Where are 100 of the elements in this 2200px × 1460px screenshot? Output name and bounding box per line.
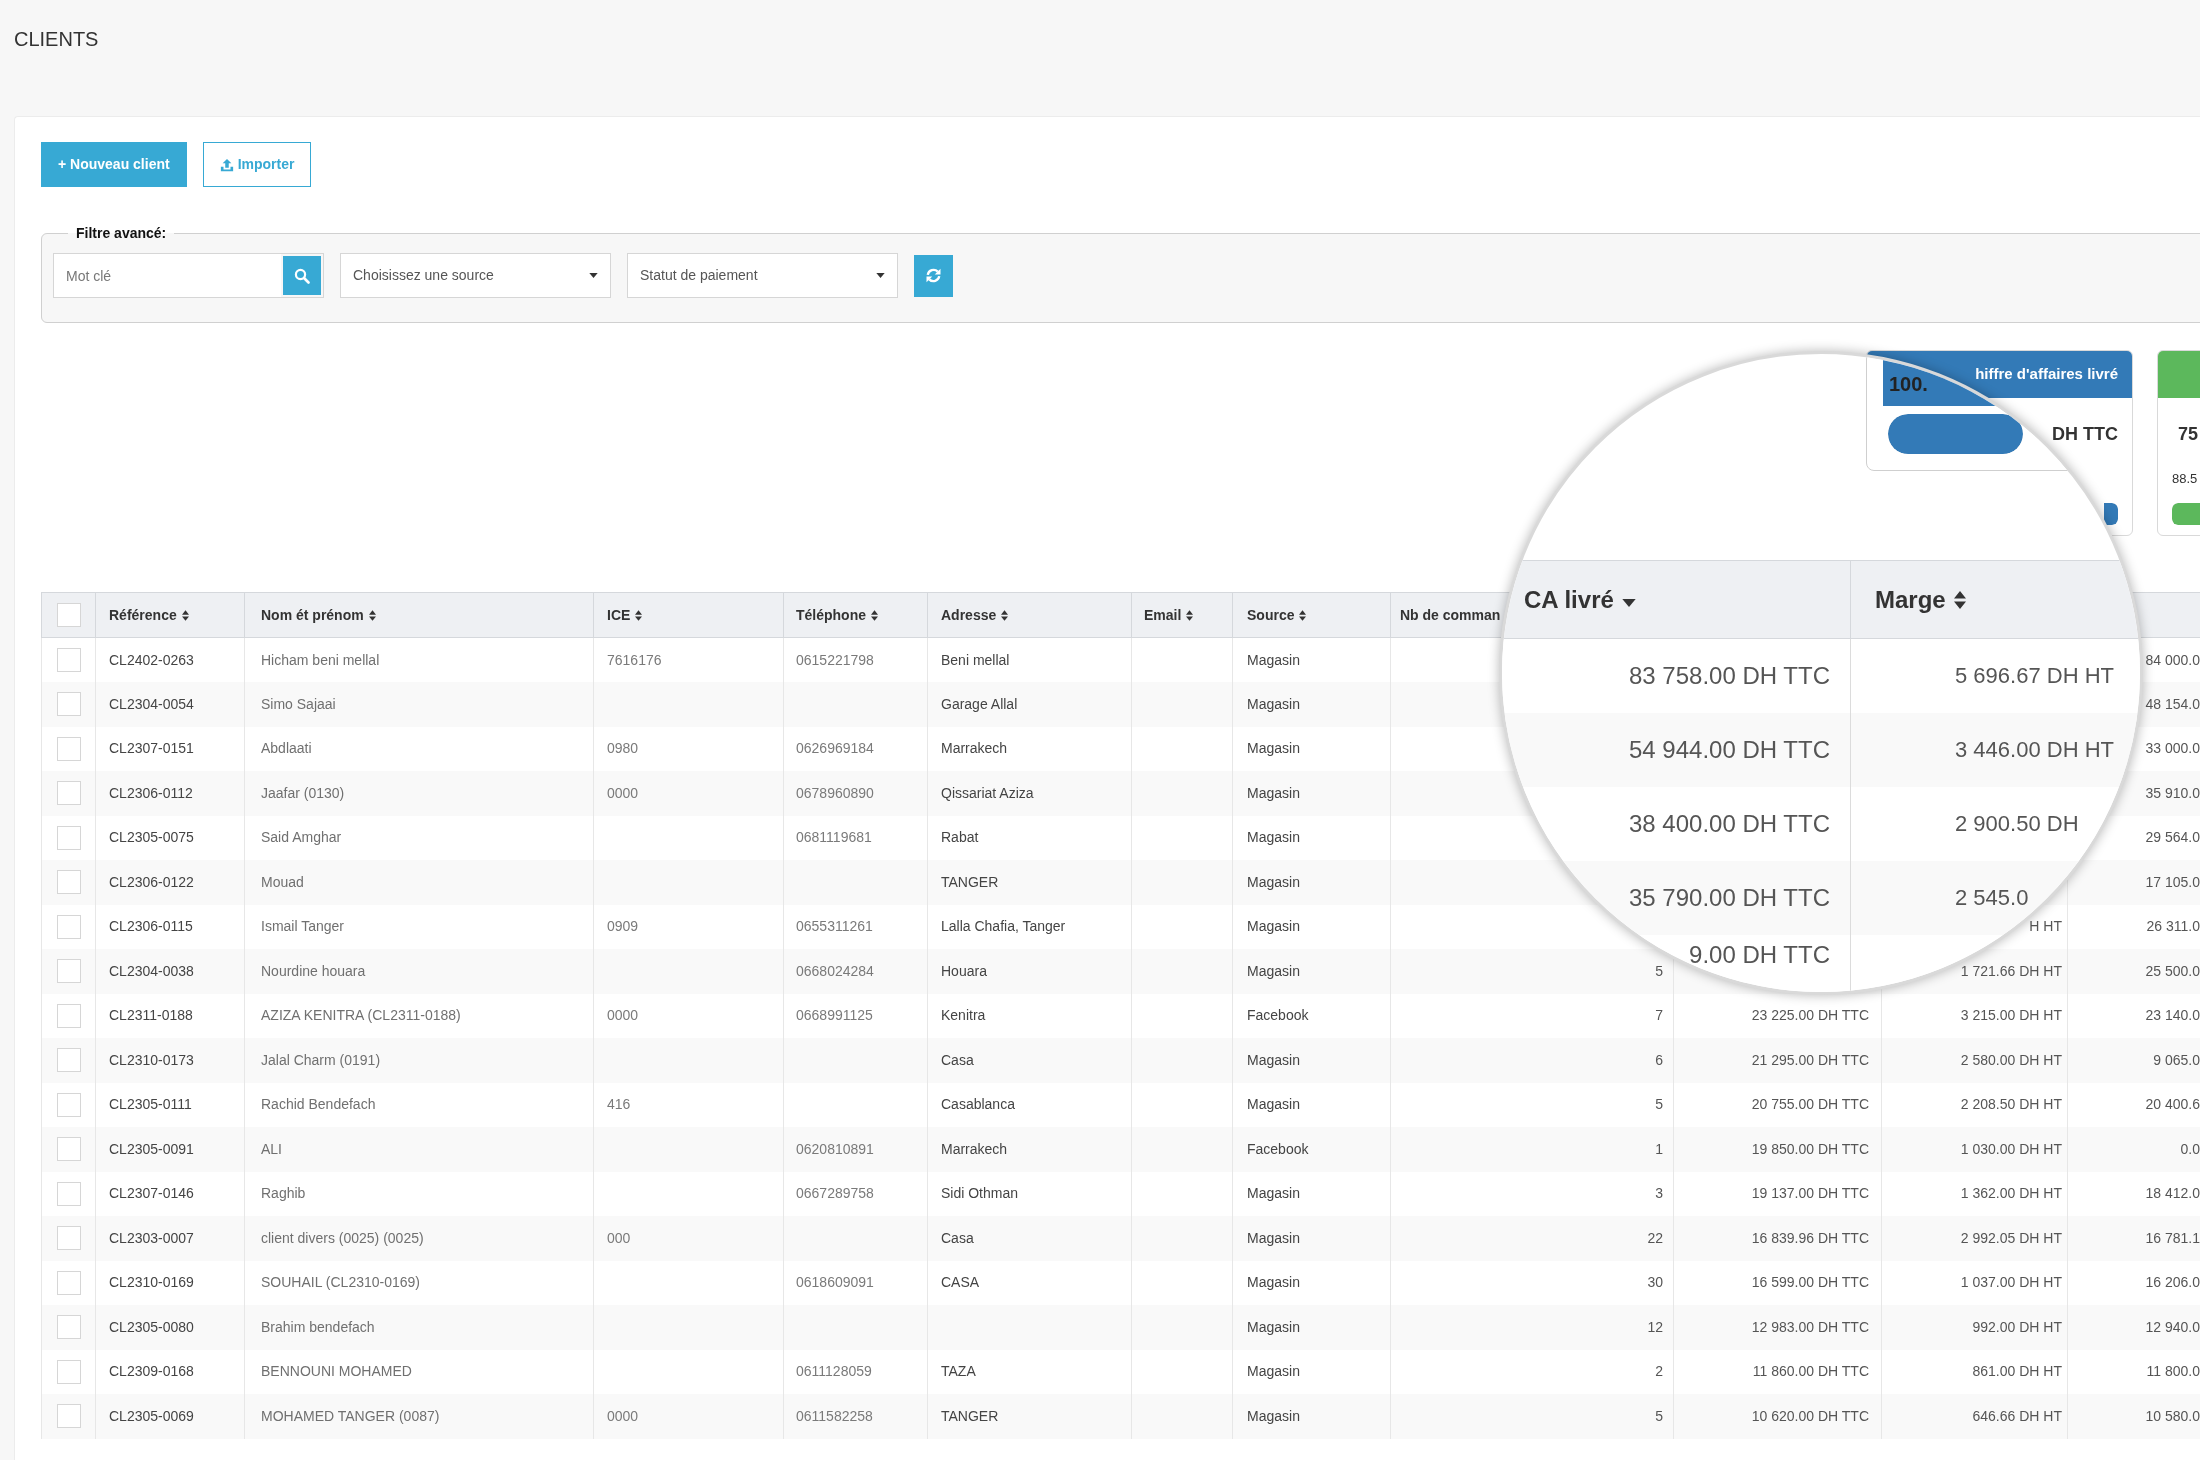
table-cell: 0000 [593, 771, 784, 816]
card-percent: 88.5 [2172, 470, 2198, 488]
table-cell: Qissariat Aziza [927, 771, 1132, 816]
table-cell: 1 [1390, 1127, 1674, 1172]
checkbox[interactable] [56, 736, 81, 761]
checkbox[interactable] [56, 1181, 81, 1206]
table-cell: CL2306-0122 [95, 860, 245, 905]
magnified-percent: 100. [1889, 372, 1928, 396]
table-cell: MOHAMED TANGER (0087) [244, 1394, 594, 1439]
table-cell: Jaafar (0130) [244, 771, 594, 816]
table-cell: 0611582258 [783, 1394, 928, 1439]
table-cell: TANGER [927, 860, 1132, 905]
checkbox[interactable] [56, 914, 81, 939]
table-cell: CL2305-0069 [95, 1394, 245, 1439]
column-header[interactable]: ICE [607, 604, 643, 626]
card-value: 75 [2178, 423, 2199, 446]
checkbox[interactable] [56, 603, 81, 627]
dropdown-select[interactable]: Choisissez une source [340, 253, 611, 298]
table-cell: 10 620.00 DH TTC [1673, 1394, 1882, 1439]
table-cell: Magasin [1232, 771, 1391, 816]
column-header[interactable]: Référence [109, 604, 189, 626]
table-cell: Marrakech [927, 1127, 1132, 1172]
table-cell: Magasin [1232, 860, 1391, 905]
table-cell: 12 [1390, 1305, 1674, 1350]
magnified-column-header[interactable]: Marge [1875, 581, 1966, 618]
checkbox[interactable] [56, 1003, 81, 1028]
magnified-cell: 35 790.00 DH TTC [1629, 886, 1830, 910]
checkbox[interactable] [56, 1315, 81, 1340]
table-cell: Nourdine houara [244, 949, 594, 994]
table-cell: Jalal Charm (0191) [244, 1038, 594, 1083]
table-cell: CL2304-0054 [95, 682, 245, 727]
column-header[interactable]: Source [1247, 604, 1307, 626]
checkbox[interactable] [56, 692, 81, 717]
table-cell: 646.66 DH HT [1881, 1394, 2068, 1439]
table-cell: Magasin [1232, 1305, 1391, 1350]
checkbox[interactable] [56, 959, 81, 984]
card-value: DH TTC [2052, 423, 2118, 446]
checkbox[interactable] [56, 1270, 81, 1295]
table-cell: Magasin [1232, 682, 1391, 727]
magnified-cell: 9.00 DH TTC [1689, 943, 1830, 967]
filter-legend: Filtre avancé: [68, 226, 175, 241]
table-cell: Facebook [1232, 1127, 1391, 1172]
table-cell: 2 580.00 DH HT [1881, 1038, 2068, 1083]
table-cell: CL2304-0038 [95, 949, 245, 994]
table-cell: 0.0 [2067, 1127, 2200, 1172]
table-cell: 12 983.00 DH TTC [1673, 1305, 1882, 1350]
page-title: CLIENTS [14, 28, 99, 50]
magnified-cell: 54 944.00 DH TTC [1629, 738, 1830, 762]
table-cell: 992.00 DH HT [1881, 1305, 2068, 1350]
table-cell: 5 [1390, 1394, 1674, 1439]
checkbox[interactable] [56, 1137, 81, 1162]
table-cell: Magasin [1232, 949, 1391, 994]
checkbox[interactable] [56, 781, 81, 806]
dropdown-select[interactable]: Statut de paiement [627, 253, 898, 298]
caret-down-icon [876, 273, 885, 278]
table-cell: 10 580.0 [2067, 1394, 2200, 1439]
card-title: hiffre d'affaires livré [1975, 364, 2118, 385]
checkbox[interactable] [56, 870, 81, 895]
table-cell: Houara [927, 949, 1132, 994]
upload-icon [219, 157, 234, 172]
table-cell: CL2310-0173 [95, 1038, 245, 1083]
refresh-button[interactable] [914, 254, 953, 297]
checkbox[interactable] [56, 648, 81, 672]
table-cell: 16 839.96 DH TTC [1673, 1216, 1882, 1261]
table-cell: Garage Allal [927, 682, 1132, 727]
table-cell: 2 992.05 DH HT [1881, 1216, 2068, 1261]
table-cell: client divers (0025) (0025) [244, 1216, 594, 1261]
table-cell: 25 500.0 [2067, 949, 2200, 994]
table-cell: 0678960890 [783, 771, 928, 816]
column-header[interactable]: Nb de comman [1400, 604, 1501, 626]
table-cell: Magasin [1232, 1216, 1391, 1261]
table-cell: 21 295.00 DH TTC [1673, 1038, 1882, 1083]
table-cell: TANGER [927, 1394, 1132, 1439]
magnified-column-header[interactable]: CA livré [1524, 581, 1636, 618]
column-header[interactable]: Téléphone [796, 604, 878, 626]
column-header[interactable]: Adresse [941, 604, 1009, 626]
table-cell: 19 850.00 DH TTC [1673, 1127, 1882, 1172]
table-cell: 12 940.0 [2067, 1305, 2200, 1350]
table-cell: Brahim bendefach [244, 1305, 594, 1350]
column-header[interactable]: Email [1144, 604, 1194, 626]
table-cell: 16 781.1 [2067, 1216, 2200, 1261]
table-cell: 22 [1390, 1216, 1674, 1261]
column-header[interactable]: Nom ét prénom [261, 604, 376, 626]
table-cell: Casa [927, 1216, 1132, 1261]
table-cell: Casa [927, 1038, 1132, 1083]
checkbox[interactable] [56, 825, 81, 850]
table-cell: CL2305-0080 [95, 1305, 245, 1350]
checkbox[interactable] [56, 1404, 81, 1429]
table-cell: CL2306-0112 [95, 771, 245, 816]
checkbox[interactable] [56, 1048, 81, 1073]
checkbox[interactable] [56, 1359, 81, 1384]
checkbox[interactable] [56, 1092, 81, 1117]
magnified-cell: 83 758.00 DH TTC [1629, 664, 1830, 688]
table-cell: Magasin [1232, 1038, 1391, 1083]
table-cell: Mouad [244, 860, 594, 905]
table-cell: ALI [244, 1127, 594, 1172]
checkbox[interactable] [56, 1226, 81, 1251]
table-cell: 000 [593, 1216, 784, 1261]
table-cell: Magasin [1232, 1394, 1391, 1439]
table-cell: 0668024284 [783, 949, 928, 994]
